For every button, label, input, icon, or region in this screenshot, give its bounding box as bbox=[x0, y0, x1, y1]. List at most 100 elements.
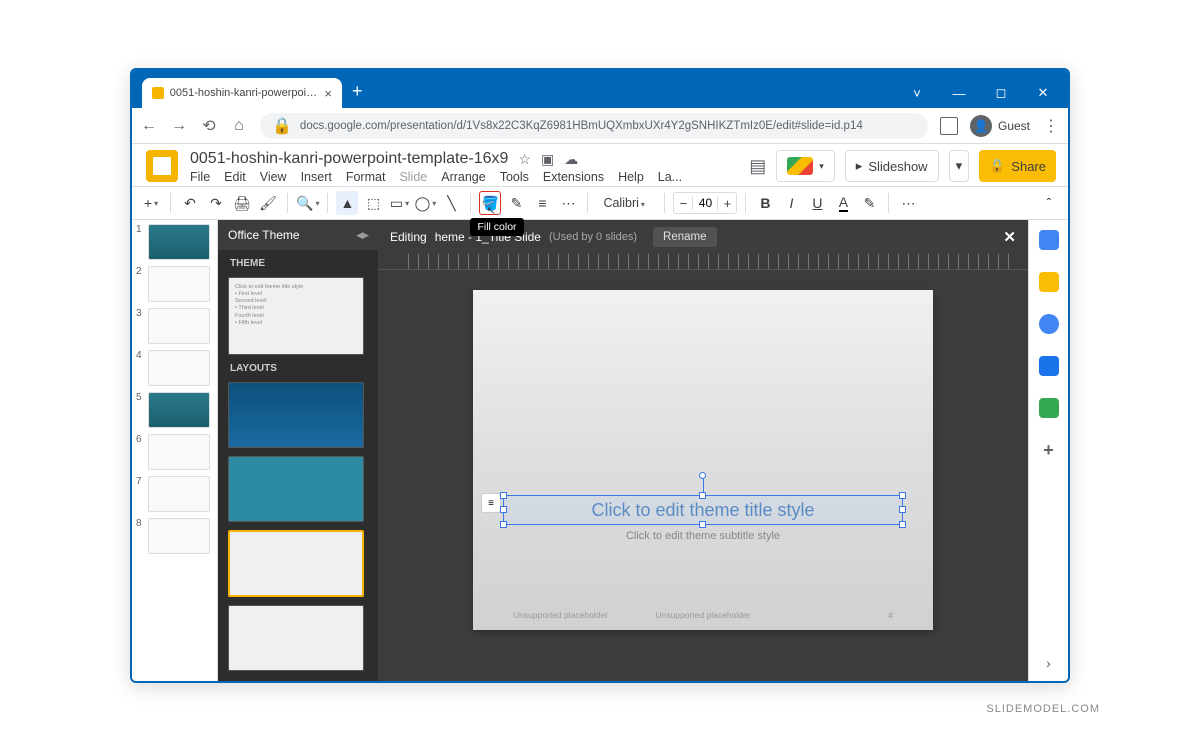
resize-handle[interactable] bbox=[699, 521, 706, 528]
slides-logo[interactable] bbox=[146, 150, 178, 182]
calendar-icon[interactable] bbox=[1039, 230, 1059, 250]
border-dash-button[interactable]: ⋯ bbox=[557, 191, 579, 215]
menu-more[interactable]: La... bbox=[658, 170, 682, 184]
menu-view[interactable]: View bbox=[260, 170, 287, 184]
chevron-down-icon[interactable]: ˅ bbox=[896, 78, 938, 108]
slide-thumb[interactable] bbox=[148, 392, 210, 428]
layout-thumb[interactable] bbox=[228, 456, 364, 522]
close-theme-editor-icon[interactable]: ✕ bbox=[1003, 228, 1016, 246]
slideshow-button[interactable]: ▸ Slideshow bbox=[845, 150, 939, 182]
font-size-decrease[interactable]: − bbox=[674, 196, 692, 211]
slide-canvas[interactable]: ≡ Click to edit theme title style bbox=[473, 290, 933, 630]
resize-handle[interactable] bbox=[699, 492, 706, 499]
browser-tab[interactable]: 0051-hoshin-kanri-powerpoint-t × bbox=[142, 78, 342, 108]
title-placeholder-box[interactable]: Click to edit theme title style bbox=[503, 495, 903, 525]
forward-button[interactable]: → bbox=[170, 117, 188, 135]
close-tab-icon[interactable]: × bbox=[324, 86, 332, 101]
bold-button[interactable]: B bbox=[754, 191, 776, 215]
menu-help[interactable]: Help bbox=[618, 170, 644, 184]
close-window-button[interactable]: ✕ bbox=[1022, 78, 1064, 108]
undo-button[interactable]: ↶ bbox=[179, 191, 201, 215]
layout-thumb[interactable] bbox=[228, 382, 364, 448]
new-slide-button[interactable]: + bbox=[140, 191, 162, 215]
resize-handle[interactable] bbox=[899, 506, 906, 513]
line-tool[interactable]: ╲ bbox=[440, 191, 462, 215]
menu-edit[interactable]: Edit bbox=[224, 170, 246, 184]
rotate-handle[interactable] bbox=[699, 472, 706, 479]
meet-button[interactable]: ▾ bbox=[776, 150, 835, 182]
font-size-value[interactable]: 40 bbox=[692, 196, 718, 210]
menu-arrange[interactable]: Arrange bbox=[441, 170, 485, 184]
menu-tools[interactable]: Tools bbox=[500, 170, 529, 184]
underline-button[interactable]: U bbox=[806, 191, 828, 215]
resize-handle[interactable] bbox=[500, 492, 507, 499]
cloud-saved-icon[interactable]: ☁ bbox=[564, 151, 578, 168]
fill-color-button[interactable]: 🪣 ↖ Fill color bbox=[479, 191, 501, 215]
menu-format[interactable]: Format bbox=[346, 170, 386, 184]
maximize-button[interactable]: ◻ bbox=[980, 78, 1022, 108]
highlight-button[interactable]: ✎ bbox=[858, 191, 880, 215]
slide-thumb[interactable] bbox=[148, 308, 210, 344]
redo-button[interactable]: ↷ bbox=[205, 191, 227, 215]
resize-handle[interactable] bbox=[899, 521, 906, 528]
keep-icon[interactable] bbox=[1039, 272, 1059, 292]
maps-icon[interactable] bbox=[1039, 398, 1059, 418]
text-color-button[interactable]: A bbox=[832, 191, 854, 215]
collapse-toolbar-button[interactable]: ˆ bbox=[1038, 191, 1060, 215]
resize-handle[interactable] bbox=[899, 492, 906, 499]
comments-icon[interactable]: ▤ bbox=[749, 156, 766, 177]
back-button[interactable]: ← bbox=[140, 117, 158, 135]
slide-thumb[interactable] bbox=[148, 518, 210, 554]
rename-button[interactable]: Rename bbox=[653, 227, 716, 247]
add-addon-button[interactable]: + bbox=[1043, 440, 1054, 461]
resize-handle[interactable] bbox=[500, 521, 507, 528]
italic-button[interactable]: I bbox=[780, 191, 802, 215]
menu-insert[interactable]: Insert bbox=[301, 170, 332, 184]
menu-file[interactable]: File bbox=[190, 170, 210, 184]
theme-nav-arrows[interactable]: ◀▶ bbox=[356, 230, 368, 241]
canvas-viewport[interactable]: ≡ Click to edit theme title style bbox=[378, 270, 1028, 681]
slideshow-dropdown[interactable]: ▾ bbox=[949, 150, 970, 182]
slide-thumb[interactable] bbox=[148, 476, 210, 512]
border-color-button[interactable]: ✎ bbox=[505, 191, 527, 215]
reload-button[interactable]: ⟲ bbox=[200, 116, 218, 136]
minimize-button[interactable]: — bbox=[938, 78, 980, 108]
layout-thumb-selected[interactable] bbox=[228, 530, 364, 597]
tasks-icon[interactable] bbox=[1039, 314, 1059, 334]
profile-chip[interactable]: 👤 Guest bbox=[970, 115, 1030, 137]
more-tools-button[interactable]: ⋯ bbox=[897, 191, 919, 215]
textbox-tool[interactable]: ⬚ bbox=[362, 191, 384, 215]
font-size-increase[interactable]: + bbox=[718, 196, 736, 211]
url-field[interactable]: 🔒 docs.google.com/presentation/d/1Vs8x22… bbox=[260, 113, 928, 139]
zoom-button[interactable]: 🔍 bbox=[296, 191, 319, 215]
collapse-sidebar-icon[interactable]: › bbox=[1046, 655, 1051, 671]
browser-menu-icon[interactable]: ⋮ bbox=[1042, 116, 1060, 136]
theme-master-thumb[interactable]: Click to edit theme title style • First … bbox=[228, 277, 364, 355]
paint-format-button[interactable]: 🖌 bbox=[257, 191, 279, 215]
vertical-align-icon[interactable]: ≡ bbox=[481, 493, 501, 513]
slide-thumb[interactable] bbox=[148, 224, 210, 260]
slide-thumb[interactable] bbox=[148, 350, 210, 386]
image-tool[interactable]: ▭ bbox=[388, 191, 410, 215]
subtitle-placeholder-text[interactable]: Click to edit theme subtitle style bbox=[473, 530, 933, 542]
slide-filmstrip[interactable]: 1 2 3 4 5 6 7 8 bbox=[132, 220, 218, 681]
slide-thumb[interactable] bbox=[148, 434, 210, 470]
star-icon[interactable]: ☆ bbox=[518, 151, 531, 168]
install-app-icon[interactable] bbox=[940, 117, 958, 135]
shape-tool[interactable]: ◯ bbox=[414, 191, 436, 215]
slide-thumb[interactable] bbox=[148, 266, 210, 302]
share-button[interactable]: 🔒 Share bbox=[979, 150, 1056, 182]
border-weight-button[interactable]: ≡ bbox=[531, 191, 553, 215]
font-select[interactable]: Calibri bbox=[596, 193, 656, 213]
menu-extensions[interactable]: Extensions bbox=[543, 170, 604, 184]
print-button[interactable]: 🖨 bbox=[231, 191, 253, 215]
horizontal-ruler[interactable] bbox=[378, 254, 1028, 270]
move-icon[interactable]: ▣ bbox=[541, 151, 554, 168]
contacts-icon[interactable] bbox=[1039, 356, 1059, 376]
resize-handle[interactable] bbox=[500, 506, 507, 513]
home-button[interactable]: ⌂ bbox=[230, 117, 248, 135]
layout-thumb[interactable] bbox=[228, 605, 364, 671]
new-tab-button[interactable]: + bbox=[352, 81, 363, 102]
select-tool[interactable]: ▲ bbox=[336, 191, 358, 215]
document-title[interactable]: 0051-hoshin-kanri-powerpoint-template-16… bbox=[190, 150, 508, 168]
